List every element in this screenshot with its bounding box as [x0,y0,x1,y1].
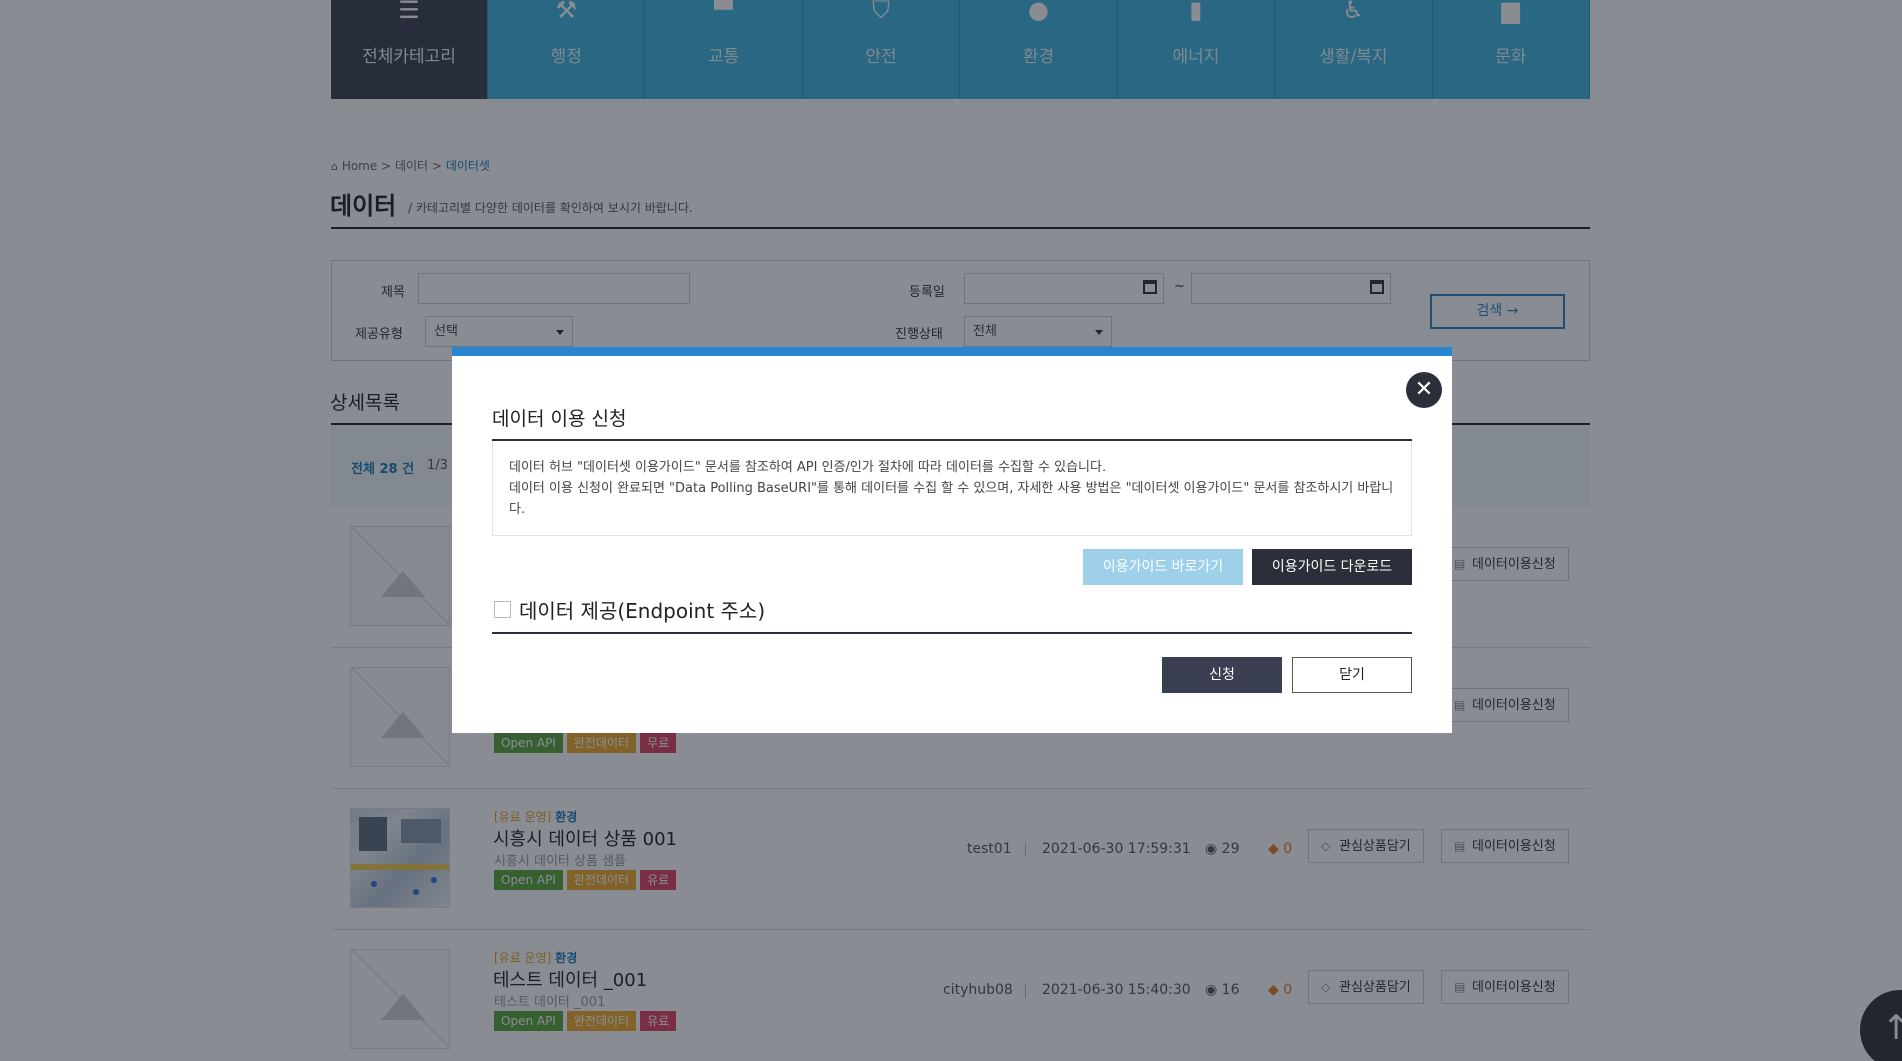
modal-description-line: 데이터 이용 신청이 완료되면 "Data Polling BaseURI"를 … [509,481,1394,517]
endpoint-option[interactable]: 데이터 제공(Endpoint 주소) [494,595,765,624]
endpoint-checkbox-label[interactable]: 데이터 제공(Endpoint 주소) [519,595,765,624]
apply-button[interactable]: 신청 [1162,657,1282,693]
close-icon[interactable]: ✕ [1406,372,1442,408]
modal-title: 데이터 이용 신청 [492,408,627,430]
guide-link-button[interactable]: 이용가이드 바로가기 [1083,549,1243,585]
guide-download-button[interactable]: 이용가이드 다운로드 [1252,549,1412,585]
close-button[interactable]: 닫기 [1292,657,1412,693]
modal-description: 데이터 허브 "데이터셋 이용가이드" 문서를 참조하여 API 인증/인가 절… [492,442,1412,536]
modal-divider [492,632,1412,634]
data-request-modal: ✕ 데이터 이용 신청 데이터 허브 "데이터셋 이용가이드" 문서를 참조하여… [452,347,1452,733]
modal-description-line: 데이터 허브 "데이터셋 이용가이드" 문서를 참조하여 API 인증/인가 절… [509,460,1107,475]
endpoint-checkbox[interactable] [494,600,511,618]
modal-title-divider [492,439,1412,441]
